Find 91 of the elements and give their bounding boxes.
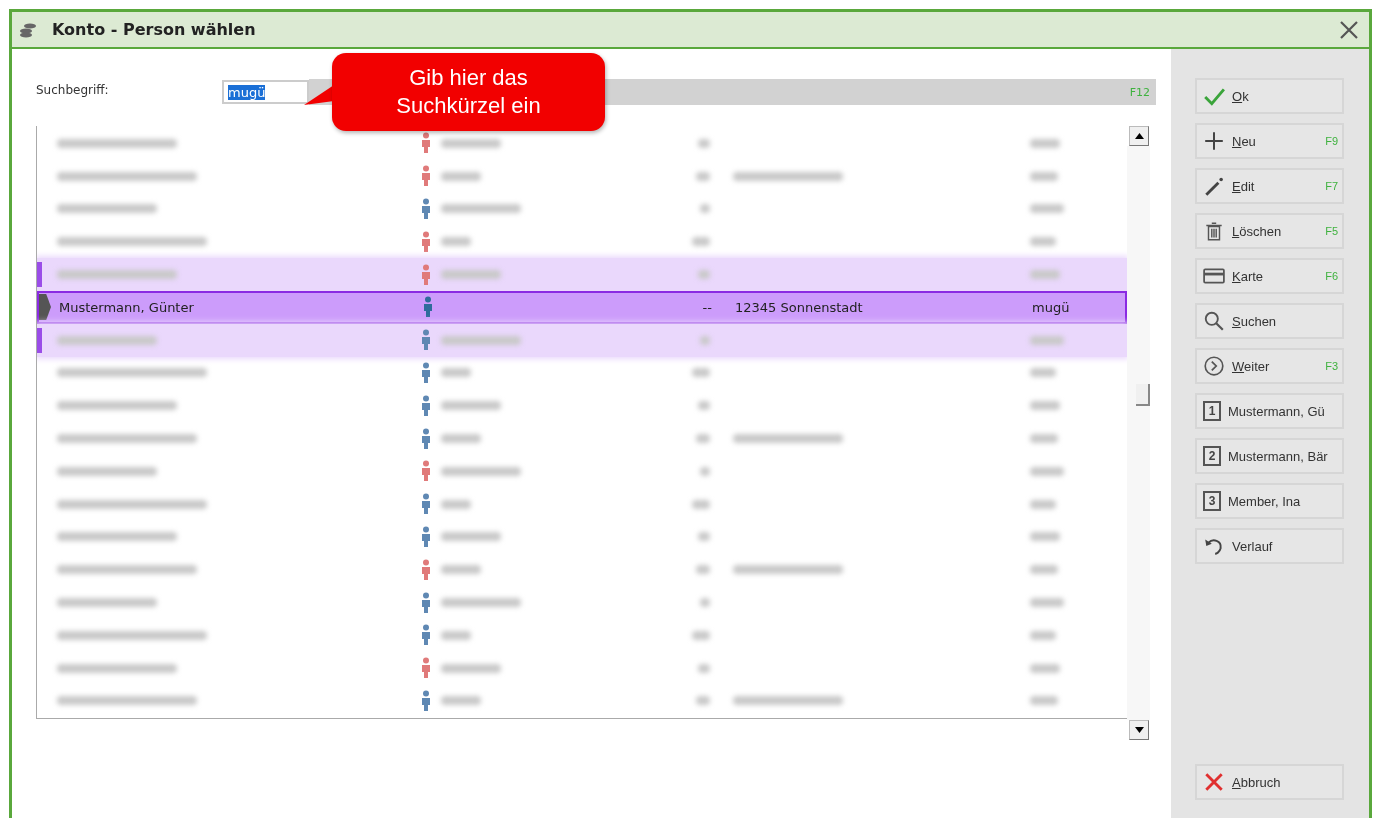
cancel-button[interactable]: Abbruch [1195, 764, 1344, 800]
side-button[interactable]: Verlauf [1195, 528, 1344, 564]
blurred-text [441, 434, 481, 444]
blurred-text [1030, 696, 1058, 706]
blurred-text [698, 270, 710, 280]
triangle-up-icon [1134, 133, 1144, 139]
blurred-text [441, 663, 501, 673]
blurred-text [1030, 138, 1060, 148]
blurred-text [441, 401, 501, 411]
side-button[interactable]: Weiter F3 [1195, 348, 1344, 384]
blurred-text [700, 204, 710, 214]
blurred-text [1030, 499, 1056, 509]
blurred-text [441, 270, 501, 280]
number-icon: 2 [1203, 446, 1221, 466]
circled-chevron-icon [1203, 355, 1225, 377]
blurred-text [1030, 532, 1060, 542]
row-edge-marker [37, 262, 42, 288]
shortcut-label: F9 [1325, 135, 1338, 147]
blurred-text [1030, 663, 1060, 673]
number-icon: 1 [1203, 401, 1221, 421]
side-button[interactable]: Löschen F5 [1195, 213, 1344, 249]
row-edge-marker [37, 327, 42, 353]
blurred-text [441, 237, 471, 247]
table-cell: mugü [1032, 299, 1070, 315]
blurred-text [1030, 401, 1060, 411]
side-button[interactable]: 2 Mustermann, Bär [1195, 438, 1344, 474]
close-icon[interactable] [1339, 19, 1359, 40]
blurred-text [700, 598, 710, 608]
pencil-icon [1203, 175, 1225, 197]
blurred-text [696, 696, 710, 706]
blurred-text [441, 565, 481, 575]
scrollbar-thumb[interactable] [1136, 384, 1150, 406]
side-button[interactable]: 1 Mustermann, Gü [1195, 393, 1344, 429]
blurred-text [698, 138, 710, 148]
blurred-text [1030, 335, 1064, 345]
scroll-down-button[interactable] [1129, 720, 1149, 740]
blurred-text [441, 138, 501, 148]
side-button[interactable]: Edit F7 [1195, 168, 1344, 204]
blurred-text [1030, 434, 1058, 444]
shortcut-label: F6 [1325, 270, 1338, 282]
plus-icon [1203, 130, 1225, 152]
side-button[interactable]: Karte F6 [1195, 258, 1344, 294]
blurred-text [698, 532, 710, 542]
window-title: Konto - Person wählen [52, 20, 257, 39]
blurred-text [696, 565, 710, 575]
blurred-text [441, 532, 501, 542]
side-button[interactable]: Neu F9 [1195, 123, 1344, 159]
blurred-text [1030, 204, 1064, 214]
table-cell: Mustermann, Günter [59, 299, 194, 315]
blurred-text [441, 171, 481, 181]
blurred-text [441, 696, 481, 706]
blurred-text [1030, 270, 1060, 280]
blurred-text [692, 499, 710, 509]
blurred-text [1030, 368, 1056, 378]
search-label: Suchbegriff: [36, 83, 110, 97]
blurred-text [441, 630, 471, 640]
blurred-text [692, 237, 710, 247]
trash-icon [1203, 220, 1225, 242]
search-icon [1203, 310, 1225, 332]
table-cell: -- [702, 299, 712, 315]
blurred-text [698, 401, 710, 411]
table-row[interactable]: Mustermann, Günter -- 12345 Sonnenstadt mugü [37, 291, 1127, 324]
triangle-down-icon [1134, 727, 1144, 733]
scroll-up-button[interactable] [1129, 126, 1149, 146]
close-icon [1203, 771, 1225, 793]
callout: Gib hier das Suchkürzel ein [332, 53, 605, 131]
blurred-text [441, 368, 471, 378]
blurred-text [696, 171, 710, 181]
side-button[interactable]: Ok [1195, 78, 1344, 114]
blurred-text [1030, 598, 1064, 608]
number-icon: 3 [1203, 491, 1221, 511]
shortcut-label: F7 [1325, 180, 1338, 192]
blurred-text [1030, 630, 1056, 640]
blurred-text [698, 663, 710, 673]
side-button[interactable]: 3 Member, Ina [1195, 483, 1344, 519]
blurred-text [692, 630, 710, 640]
blurred-text [696, 434, 710, 444]
blurred-text [441, 499, 471, 509]
blurred-text [1030, 171, 1058, 181]
table-cell: 12345 Sonnenstadt [735, 299, 863, 315]
blurred-text [1030, 237, 1056, 247]
blurred-text [1030, 466, 1064, 476]
blurred-text [692, 368, 710, 378]
row-pointer-icon [39, 294, 51, 320]
shortcut-label: F12 [1129, 85, 1150, 99]
shortcut-label: F5 [1325, 225, 1338, 237]
blurred-text [700, 466, 710, 476]
blurred-text [700, 335, 710, 345]
blurred-text [1030, 565, 1058, 575]
shortcut-label: F3 [1325, 360, 1338, 372]
side-button[interactable]: Suchen [1195, 303, 1344, 339]
